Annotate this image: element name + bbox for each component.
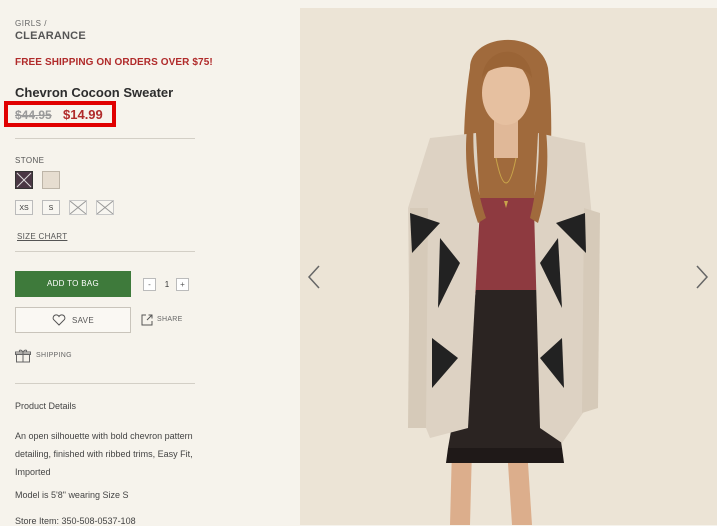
next-image-arrow-icon[interactable] (694, 264, 710, 290)
shipping-promo: FREE SHIPPING ON ORDERS OVER $75! (15, 57, 213, 68)
breadcrumb-parent[interactable]: GIRLS / (15, 19, 47, 28)
divider (15, 251, 195, 252)
shipping-box-icon (15, 349, 31, 363)
size-m-button-unavailable[interactable] (69, 200, 87, 215)
save-label: SAVE (72, 316, 94, 325)
product-description: An open silhouette with bold chevron pat… (15, 431, 193, 477)
size-s-button[interactable]: S (42, 200, 60, 215)
price-highlight-box (4, 101, 116, 127)
share-link[interactable]: SHARE (157, 316, 183, 323)
color-swatch-stone[interactable] (42, 171, 60, 189)
product-details-heading: Product Details (15, 401, 77, 411)
previous-image-arrow-icon[interactable] (306, 264, 322, 290)
unavailable-cross-icon (16, 172, 32, 188)
product-title: Chevron Cocoon Sweater (15, 85, 174, 100)
size-xs-button[interactable]: XS (15, 200, 33, 215)
unavailable-cross-icon (97, 201, 113, 214)
product-image[interactable] (300, 8, 717, 525)
quantity-increase-button[interactable]: + (176, 278, 189, 291)
unavailable-cross-icon (70, 201, 86, 214)
heart-icon (52, 314, 66, 326)
quantity-decrease-button[interactable]: - (143, 278, 156, 291)
breadcrumb-current[interactable]: CLEARANCE (15, 30, 86, 42)
save-button[interactable]: SAVE (15, 307, 131, 333)
size-chart-link[interactable]: SIZE CHART (17, 232, 67, 241)
share-icon[interactable] (141, 314, 153, 326)
add-to-bag-button[interactable]: ADD TO BAG (15, 271, 131, 297)
quantity-value: 1 (164, 280, 170, 289)
model-info: Model is 5'8" wearing Size S (15, 490, 129, 500)
divider (15, 383, 195, 384)
color-label: STONE (15, 156, 45, 165)
product-photo-model (300, 8, 717, 525)
color-swatch-dark[interactable] (15, 171, 33, 189)
product-info-panel: GIRLS / CLEARANCE FREE SHIPPING ON ORDER… (0, 0, 296, 526)
shipping-link[interactable]: SHIPPING (36, 352, 72, 359)
size-l-button-unavailable[interactable] (96, 200, 114, 215)
divider (15, 138, 195, 139)
